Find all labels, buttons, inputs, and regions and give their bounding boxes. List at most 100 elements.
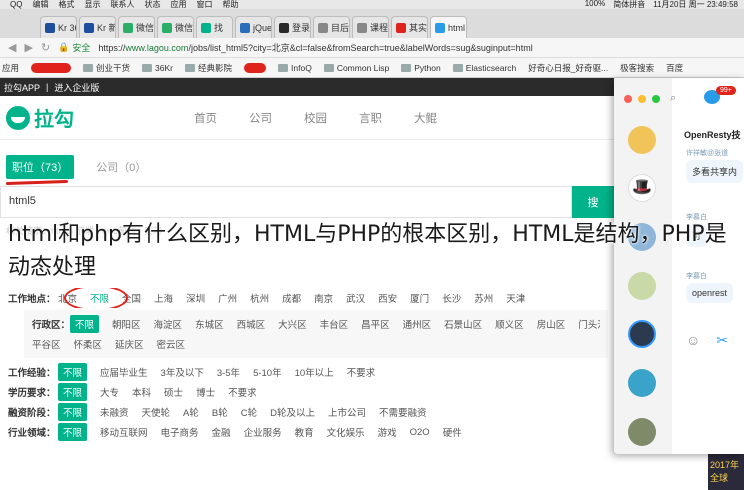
- district-option[interactable]: 石景山区: [444, 317, 482, 331]
- stage-option[interactable]: A轮: [183, 405, 199, 419]
- nav-dakun[interactable]: 大鲲: [414, 110, 437, 126]
- industry-option[interactable]: 企业服务: [244, 425, 282, 439]
- stage-option[interactable]: 上市公司: [328, 405, 366, 419]
- secure-indicator[interactable]: 🔒 安全: [58, 41, 90, 54]
- message-bubble[interactable]: openrest: [686, 283, 734, 303]
- industry-option[interactable]: 电子商务: [161, 425, 199, 439]
- browser-tab[interactable]: 其实: [391, 16, 428, 38]
- district-option[interactable]: 平谷区: [32, 337, 61, 351]
- emoji-icon[interactable]: ☺: [686, 332, 700, 349]
- browser-tab[interactable]: html: [430, 16, 467, 38]
- city-option[interactable]: 长沙: [442, 291, 461, 305]
- browser-tab[interactable]: 找: [196, 16, 233, 38]
- menu-help[interactable]: 帮助: [222, 0, 238, 9]
- experience-option[interactable]: 3年及以下: [161, 365, 204, 379]
- city-option[interactable]: 广州: [218, 291, 237, 305]
- browser-tab[interactable]: 微信: [118, 16, 155, 38]
- input-method[interactable]: 简体拼音: [613, 0, 645, 9]
- avatar[interactable]: [628, 418, 656, 446]
- industry-option[interactable]: 文化娱乐: [327, 425, 365, 439]
- stage-option[interactable]: B轮: [212, 405, 228, 419]
- district-option[interactable]: 延庆区: [115, 337, 144, 351]
- district-option[interactable]: 昌平区: [361, 317, 390, 331]
- bookmark-elasticsearch[interactable]: Elasticsearch: [452, 63, 516, 73]
- browser-tab[interactable]: 微信: [157, 16, 194, 38]
- menu-format[interactable]: 格式: [58, 0, 74, 9]
- experience-option[interactable]: 不要求: [347, 365, 376, 379]
- menu-edit[interactable]: 编辑: [32, 0, 48, 9]
- industry-option[interactable]: 移动互联网: [100, 425, 148, 439]
- avatar[interactable]: 🎩: [628, 174, 656, 202]
- district-option[interactable]: 大兴区: [278, 317, 307, 331]
- minimize-window-icon[interactable]: [638, 95, 646, 103]
- browser-tab[interactable]: 课程: [352, 16, 389, 38]
- experience-option[interactable]: 5-10年: [253, 365, 282, 379]
- industry-option[interactable]: 不限: [58, 423, 88, 441]
- education-option[interactable]: 不限: [58, 383, 88, 401]
- district-option[interactable]: 怀柔区: [74, 337, 103, 351]
- city-option[interactable]: 成都: [282, 291, 301, 305]
- district-option[interactable]: 房山区: [537, 317, 566, 331]
- stage-option[interactable]: 天使轮: [142, 405, 171, 419]
- search-icon[interactable]: ⌕: [670, 92, 676, 105]
- industry-option[interactable]: 金融: [212, 425, 231, 439]
- district-option[interactable]: 丰台区: [320, 317, 349, 331]
- message-bubble[interactable]: 多看共享内: [686, 160, 744, 183]
- url-field[interactable]: https://www.lagou.com/jobs/list_html5?ci…: [98, 41, 532, 54]
- app-link[interactable]: 拉勾APP: [4, 81, 40, 94]
- avatar[interactable]: [628, 320, 656, 348]
- browser-tab[interactable]: Kr 36氪: [40, 16, 77, 38]
- browser-tab[interactable]: 登录: [274, 16, 311, 38]
- experience-option[interactable]: 3-5年: [217, 365, 240, 379]
- zoom-window-icon[interactable]: [652, 95, 660, 103]
- city-option[interactable]: 天津: [506, 291, 525, 305]
- city-option[interactable]: 上海: [154, 291, 173, 305]
- bookmark-cinema[interactable]: 经典影院: [185, 62, 232, 74]
- menu-apps[interactable]: 应用: [170, 0, 186, 9]
- nav-yanzhi[interactable]: 言职: [359, 110, 382, 126]
- avatar[interactable]: [628, 369, 656, 397]
- stage-option[interactable]: D轮及以上: [270, 405, 315, 419]
- industry-option[interactable]: 教育: [295, 425, 314, 439]
- education-option[interactable]: 博士: [196, 385, 215, 399]
- district-option[interactable]: 不限: [70, 315, 100, 333]
- menu-view[interactable]: 显示: [84, 0, 100, 9]
- district-option[interactable]: 通州区: [403, 317, 432, 331]
- stage-option[interactable]: C轮: [241, 405, 257, 419]
- search-input[interactable]: html5: [0, 186, 572, 218]
- nav-campus[interactable]: 校园: [304, 110, 327, 126]
- education-option[interactable]: 不要求: [228, 385, 257, 399]
- bookmark-startup[interactable]: 创业干货: [83, 62, 130, 74]
- city-option[interactable]: 苏州: [474, 291, 493, 305]
- city-option[interactable]: 南京: [314, 291, 333, 305]
- district-option[interactable]: 朝阳区: [112, 317, 141, 331]
- menu-window[interactable]: 窗口: [196, 0, 212, 9]
- experience-option[interactable]: 应届毕业生: [100, 365, 148, 379]
- district-option[interactable]: 门头沟区: [578, 317, 600, 331]
- city-option[interactable]: 深圳: [186, 291, 205, 305]
- district-option[interactable]: 海淀区: [154, 317, 183, 331]
- industry-option[interactable]: 游戏: [378, 425, 397, 439]
- experience-option[interactable]: 不限: [58, 363, 88, 381]
- stage-option[interactable]: 不需要融资: [379, 405, 427, 419]
- bookmark-36kr[interactable]: 36Kr: [142, 63, 173, 73]
- education-option[interactable]: 硕士: [164, 385, 183, 399]
- district-option[interactable]: 顺义区: [495, 317, 524, 331]
- forward-icon[interactable]: ▶: [24, 41, 32, 54]
- nav-companies[interactable]: 公司: [249, 110, 272, 126]
- enterprise-link[interactable]: 进入企业版: [54, 81, 99, 94]
- district-option[interactable]: 东城区: [195, 317, 224, 331]
- bookmark-python[interactable]: Python: [401, 63, 441, 73]
- bookmark-infoq[interactable]: InfoQ: [278, 63, 312, 73]
- stage-option[interactable]: 不限: [58, 403, 88, 421]
- industry-option[interactable]: 硬件: [443, 425, 462, 439]
- city-option[interactable]: 西安: [378, 291, 397, 305]
- nav-home[interactable]: 首页: [194, 110, 217, 126]
- back-icon[interactable]: ◀: [8, 41, 16, 54]
- education-option[interactable]: 大专: [100, 385, 119, 399]
- browser-tab[interactable]: 目后: [313, 16, 350, 38]
- browser-tab[interactable]: jQue: [235, 16, 272, 38]
- menu-status[interactable]: 状态: [144, 0, 160, 9]
- bookmark-geek-search[interactable]: 极客搜索: [620, 62, 654, 74]
- avatar[interactable]: [628, 126, 656, 154]
